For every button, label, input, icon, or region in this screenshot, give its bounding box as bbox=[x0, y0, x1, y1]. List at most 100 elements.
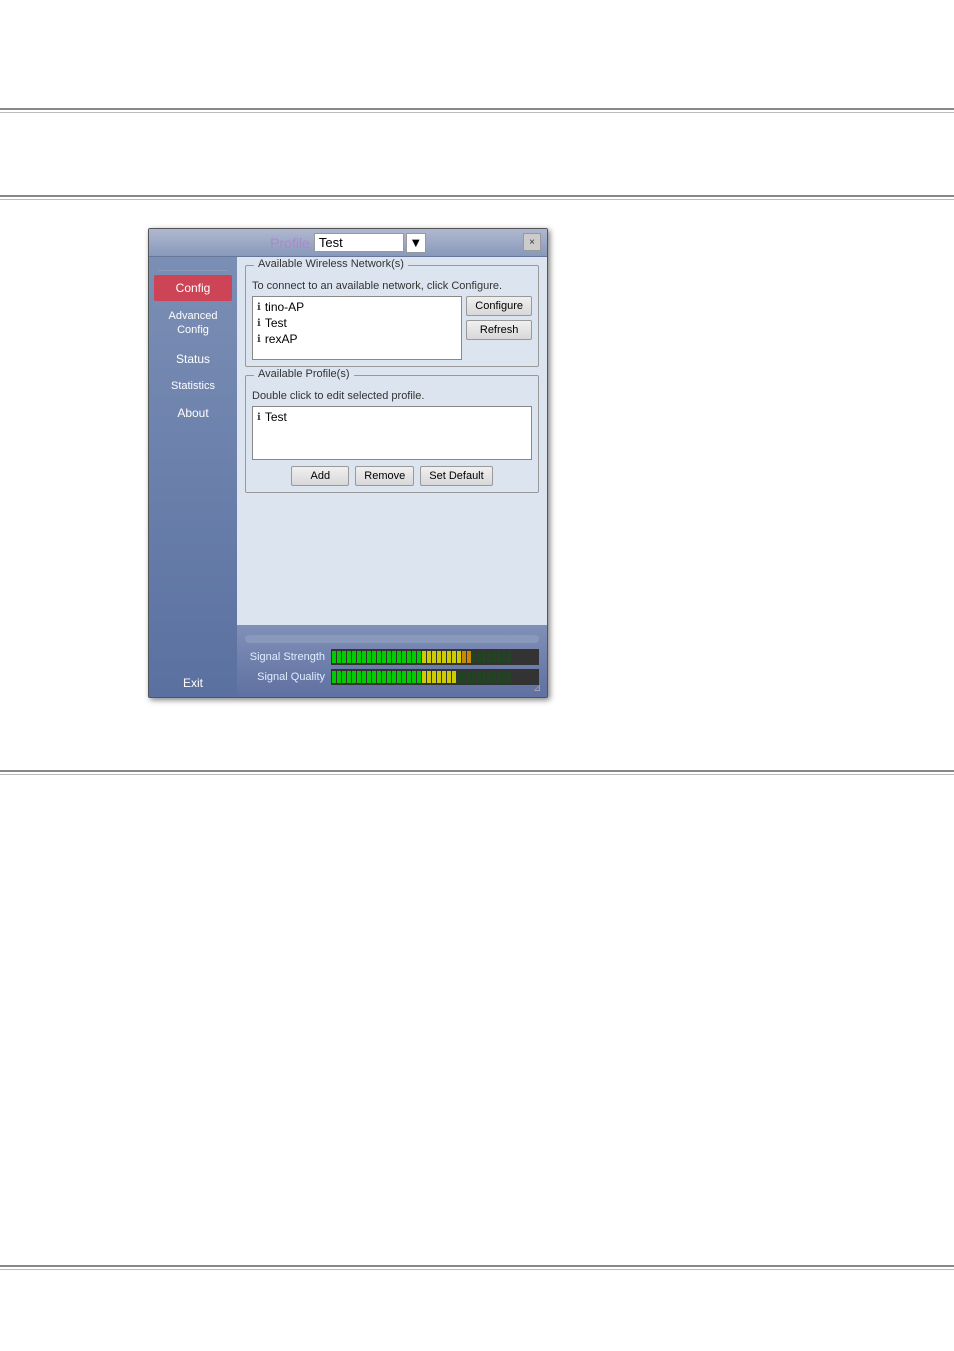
sidebar-item-about[interactable]: About bbox=[154, 400, 232, 426]
signal-bar bbox=[412, 651, 416, 663]
signal-bar bbox=[362, 651, 366, 663]
rule-bot2 bbox=[0, 774, 954, 775]
signal-bar bbox=[357, 651, 361, 663]
signal-bar bbox=[412, 671, 416, 683]
signal-bar bbox=[467, 651, 471, 663]
signal-bar bbox=[492, 651, 496, 663]
signal-bar bbox=[447, 651, 451, 663]
signal-strength-bars bbox=[331, 649, 539, 665]
signal-bar bbox=[387, 651, 391, 663]
sidebar-item-status[interactable]: Status bbox=[154, 346, 232, 372]
sidebar-item-exit[interactable]: Exit bbox=[154, 670, 232, 696]
signal-bar bbox=[472, 671, 476, 683]
signal-bar bbox=[422, 651, 426, 663]
profile-item-test[interactable]: ℹ Test bbox=[255, 409, 529, 425]
signal-bar bbox=[342, 671, 346, 683]
rule-top2 bbox=[0, 112, 954, 113]
signal-bar bbox=[467, 671, 471, 683]
signal-bar bbox=[477, 671, 481, 683]
network-item-rexap[interactable]: ℹ rexAP bbox=[255, 331, 459, 347]
signal-bar bbox=[407, 651, 411, 663]
signal-bar bbox=[507, 671, 511, 683]
close-button[interactable]: × bbox=[523, 233, 541, 251]
wifi-icon-profile-test: ℹ bbox=[257, 412, 261, 423]
set-default-button[interactable]: Set Default bbox=[420, 466, 492, 486]
sidebar-divider-top bbox=[158, 270, 228, 271]
signal-bar bbox=[367, 651, 371, 663]
signal-bar bbox=[437, 651, 441, 663]
resize-handle[interactable]: ⊿ bbox=[533, 683, 545, 695]
signal-bar bbox=[497, 651, 501, 663]
signal-bar bbox=[462, 671, 466, 683]
test-input[interactable] bbox=[314, 233, 404, 252]
signal-bar bbox=[397, 671, 401, 683]
signal-bar bbox=[482, 651, 486, 663]
add-button[interactable]: Add bbox=[291, 466, 349, 486]
signal-bar bbox=[377, 651, 381, 663]
sidebar-item-statistics[interactable]: Statistics bbox=[154, 374, 232, 398]
refresh-button[interactable]: Refresh bbox=[466, 320, 532, 340]
signal-bar bbox=[407, 671, 411, 683]
signal-bar bbox=[332, 651, 336, 663]
available-profiles-legend: Available Profile(s) bbox=[254, 368, 354, 380]
network-listbox[interactable]: ℹ tino-AP ℹ Test ℹ rexAP bbox=[252, 296, 462, 360]
signal-strength-label: Signal Strength bbox=[245, 651, 325, 663]
signal-quality-row: Signal Quality bbox=[245, 669, 539, 685]
signal-bar bbox=[432, 651, 436, 663]
profile-buttons: Add Remove Set Default bbox=[252, 466, 532, 486]
signal-bar bbox=[357, 671, 361, 683]
signal-bar bbox=[457, 651, 461, 663]
signal-bar bbox=[487, 671, 491, 683]
network-name-test: Test bbox=[265, 316, 287, 330]
signal-bar bbox=[502, 651, 506, 663]
configure-button[interactable]: Configure bbox=[466, 296, 532, 316]
signal-bar bbox=[337, 651, 341, 663]
signal-bar bbox=[382, 651, 386, 663]
signal-bar bbox=[372, 651, 376, 663]
wifi-icon-test: ℹ bbox=[257, 318, 261, 329]
network-item-test[interactable]: ℹ Test bbox=[255, 315, 459, 331]
signal-section: Signal Strength Signal Quality ⊿ bbox=[237, 625, 547, 697]
sidebar-item-config[interactable]: Config bbox=[154, 275, 232, 301]
dropdown-arrow[interactable]: ▼ bbox=[406, 233, 426, 253]
signal-bar bbox=[397, 651, 401, 663]
app-window: Profile ▼ × Config AdvancedConfig Status… bbox=[148, 228, 548, 698]
signal-bar bbox=[352, 671, 356, 683]
signal-bar bbox=[427, 671, 431, 683]
signal-bar bbox=[392, 651, 396, 663]
page: Profile ▼ × Config AdvancedConfig Status… bbox=[0, 0, 954, 1351]
signal-bar bbox=[442, 671, 446, 683]
signal-bar bbox=[347, 671, 351, 683]
signal-bar bbox=[487, 651, 491, 663]
available-networks-hint: To connect to an available network, clic… bbox=[252, 280, 532, 292]
rule-mid2 bbox=[0, 199, 954, 200]
profile-label: Profile bbox=[270, 235, 310, 251]
sidebar-item-advanced-config[interactable]: AdvancedConfig bbox=[154, 303, 232, 344]
profile-listbox[interactable]: ℹ Test bbox=[252, 406, 532, 460]
signal-bar bbox=[437, 671, 441, 683]
signal-bar bbox=[417, 671, 421, 683]
signal-bar bbox=[417, 651, 421, 663]
signal-bar bbox=[447, 671, 451, 683]
signal-bar bbox=[377, 671, 381, 683]
rule-top bbox=[0, 108, 954, 110]
network-item-tino-ap[interactable]: ℹ tino-AP bbox=[255, 299, 459, 315]
signal-bar bbox=[382, 671, 386, 683]
remove-button[interactable]: Remove bbox=[355, 466, 414, 486]
scrollbar-mini bbox=[245, 635, 539, 643]
signal-bar bbox=[362, 671, 366, 683]
signal-bar bbox=[432, 671, 436, 683]
network-buttons: Configure Refresh bbox=[466, 296, 532, 340]
signal-bar bbox=[457, 671, 461, 683]
signal-bar bbox=[482, 671, 486, 683]
signal-bar bbox=[352, 651, 356, 663]
network-list-container: ℹ tino-AP ℹ Test ℹ rexAP Config bbox=[252, 296, 532, 360]
profile-name-test: Test bbox=[265, 410, 287, 424]
rule-vbot2 bbox=[0, 1269, 954, 1270]
signal-bar bbox=[367, 671, 371, 683]
signal-bar bbox=[427, 651, 431, 663]
signal-bar bbox=[337, 671, 341, 683]
sidebar: Config AdvancedConfig Status Statistics … bbox=[149, 257, 237, 697]
network-name-tino: tino-AP bbox=[265, 300, 304, 314]
signal-bar bbox=[442, 651, 446, 663]
